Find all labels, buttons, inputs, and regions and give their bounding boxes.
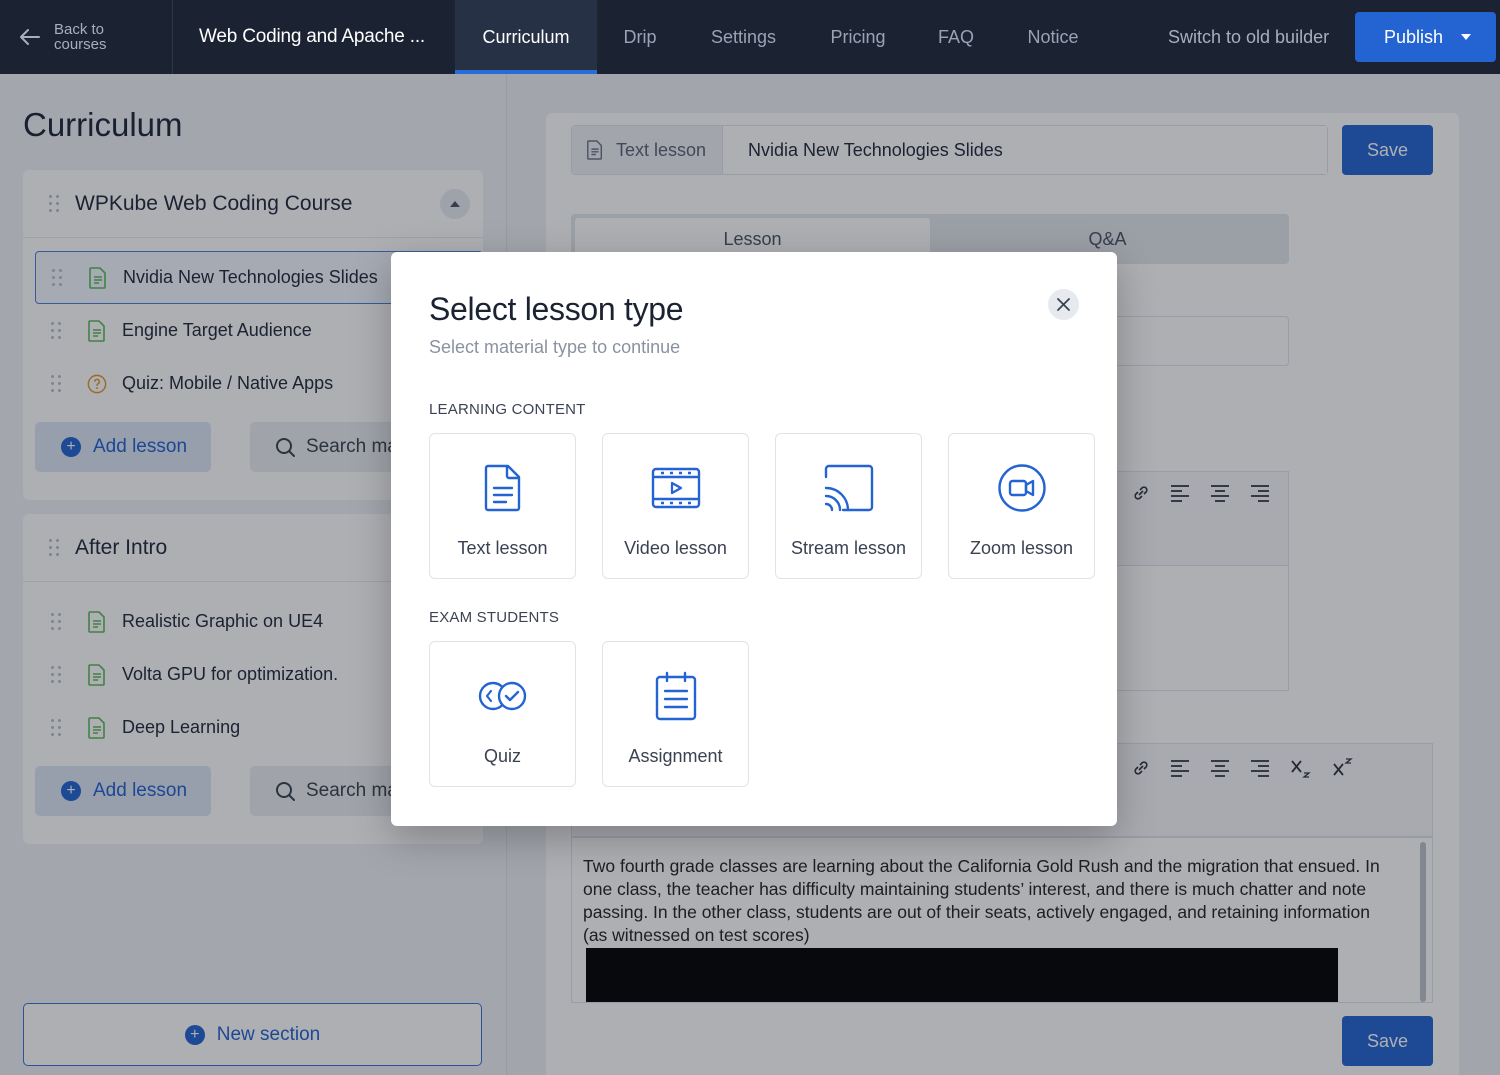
publish-label: Publish — [1384, 26, 1444, 47]
course-title: Web Coding and Apache ... — [199, 26, 425, 47]
learning-content-options: Text lesson Video lesson Stream lesson Z… — [429, 433, 1095, 579]
option-label: Text lesson — [457, 538, 548, 558]
chevron-down-icon[interactable] — [1461, 34, 1471, 40]
video-lesson-icon — [650, 462, 702, 514]
option-label: Stream lesson — [790, 538, 907, 558]
stream-lesson-icon — [823, 462, 875, 514]
tab-notice[interactable]: Notice — [1000, 0, 1106, 74]
text-lesson-option[interactable]: Text lesson — [429, 433, 576, 579]
close-icon — [1057, 298, 1070, 311]
option-label: Zoom lesson — [969, 538, 1074, 558]
close-button[interactable] — [1048, 289, 1079, 320]
option-label: Assignment — [628, 746, 723, 766]
tab-faq[interactable]: FAQ — [912, 0, 1000, 74]
assignment-option[interactable]: Assignment — [602, 641, 749, 787]
quiz-icon — [477, 670, 529, 722]
select-lesson-type-modal: Select lesson type Select material type … — [391, 252, 1117, 826]
switch-to-old-builder-link[interactable]: Switch to old builder — [1168, 0, 1329, 74]
quiz-option[interactable]: Quiz — [429, 641, 576, 787]
group-title: EXAM STUDENTS — [429, 609, 560, 626]
back-to-courses-link[interactable]: Back to courses — [0, 0, 173, 74]
builder-tabs: Curriculum Drip Settings Pricing FAQ Not… — [455, 0, 1106, 74]
exam-students-options: Quiz Assignment — [429, 641, 749, 787]
group-title: LEARNING CONTENT — [429, 401, 586, 418]
stream-lesson-option[interactable]: Stream lesson — [775, 433, 922, 579]
tab-pricing[interactable]: Pricing — [804, 0, 912, 74]
video-lesson-option[interactable]: Video lesson — [602, 433, 749, 579]
zoom-lesson-icon — [996, 462, 1048, 514]
back-label: Back to courses — [54, 21, 107, 53]
modal-title: Select lesson type — [429, 291, 684, 327]
arrow-left-icon — [20, 29, 40, 45]
modal-subtitle: Select material type to continue — [429, 337, 681, 357]
zoom-lesson-option[interactable]: Zoom lesson — [948, 433, 1095, 579]
tab-settings[interactable]: Settings — [683, 0, 804, 74]
assignment-icon — [650, 670, 702, 722]
option-label: Video lesson — [624, 538, 727, 558]
option-label: Quiz — [483, 746, 521, 766]
text-lesson-icon — [477, 462, 529, 514]
tab-drip[interactable]: Drip — [597, 0, 683, 74]
top-bar: Back to courses Web Coding and Apache ..… — [0, 0, 1500, 74]
publish-button[interactable]: Publish — [1355, 12, 1496, 62]
tab-curriculum[interactable]: Curriculum — [455, 0, 597, 74]
